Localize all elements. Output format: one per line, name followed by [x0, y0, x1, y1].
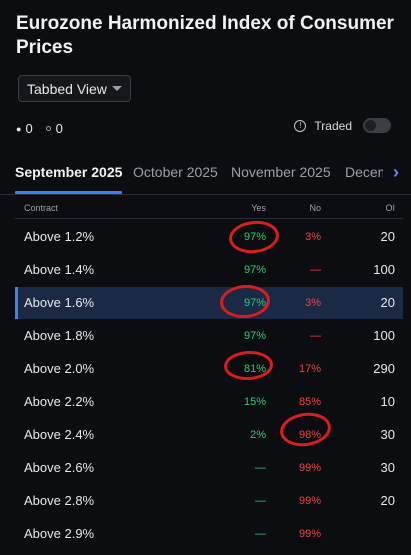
table-row[interactable]: Above 1.2% 97% 3% 20	[15, 221, 403, 253]
contract-name: Above 2.8%	[24, 493, 95, 508]
yes-price[interactable]: 97%	[244, 320, 266, 352]
yes-price[interactable]: 2%	[250, 419, 266, 451]
contract-name: Above 2.6%	[24, 460, 95, 475]
yes-price[interactable]: 15%	[244, 386, 266, 418]
view-select-value: Tabbed View	[27, 80, 107, 97]
toggle-knob	[365, 120, 376, 131]
contract-name: Above 2.9%	[24, 526, 95, 541]
no-price[interactable]: 99%	[299, 518, 321, 550]
tab-september-2025[interactable]: September 2025	[15, 164, 122, 180]
contract-name: Above 1.2%	[24, 229, 95, 244]
open-interest: 100	[373, 328, 395, 343]
traded-filter: ! Traded	[294, 118, 391, 133]
open-interest: 20	[380, 493, 395, 508]
yes-price[interactable]: —	[255, 518, 266, 550]
contract-name: Above 1.6%	[24, 295, 95, 310]
table-row[interactable]: Above 2.9% — 99%	[15, 518, 403, 550]
dot-icon: ●	[16, 123, 22, 134]
active-tab-underline	[15, 191, 122, 194]
table-row[interactable]: Above 2.6% — 99% 30	[15, 452, 403, 484]
column-contract: Contract	[24, 203, 59, 213]
tab-october-2025[interactable]: October 2025	[133, 164, 218, 180]
open-interest: 20	[380, 295, 395, 310]
chevron-right-icon[interactable]: ›	[393, 162, 399, 183]
month-tabs: September 2025 October 2025 November 202…	[0, 160, 411, 195]
column-yes: Yes	[251, 203, 266, 213]
table-row[interactable]: Above 2.4% 2% 98% 30	[15, 419, 403, 451]
contract-name: Above 1.8%	[24, 328, 95, 343]
open-interest: 30	[380, 460, 395, 475]
no-price[interactable]: 99%	[299, 452, 321, 484]
yes-price[interactable]: —	[255, 452, 266, 484]
page-title: Eurozone Harmonized Index of Consumer Pr…	[16, 13, 394, 58]
position-counts: ● 0 0	[16, 121, 63, 136]
contract-name: Above 2.4%	[24, 427, 95, 442]
count-first: 0	[25, 121, 33, 136]
open-interest: 100	[373, 262, 395, 277]
tab-december[interactable]: Decem	[345, 164, 383, 180]
open-interest: 10	[380, 394, 395, 409]
table-row[interactable]: Above 2.0% 81% 17% 290	[15, 353, 403, 385]
ring-icon	[45, 126, 51, 131]
table-row[interactable]: Above 2.8% — 99% 20	[15, 485, 403, 517]
no-price[interactable]: —	[310, 320, 321, 352]
traded-label: Traded	[314, 118, 352, 133]
open-interest: 30	[380, 427, 395, 442]
traded-toggle[interactable]	[363, 118, 391, 133]
no-price[interactable]: —	[310, 254, 321, 286]
count-second: 0	[55, 121, 63, 136]
yes-price[interactable]: 97%	[244, 254, 266, 286]
table-header: Contract Yes No OI	[15, 198, 403, 219]
no-price[interactable]: 3%	[305, 221, 321, 253]
contract-name: Above 2.0%	[24, 361, 95, 376]
no-price[interactable]: 3%	[305, 287, 321, 319]
yes-price[interactable]: —	[255, 485, 266, 517]
view-select[interactable]: Tabbed View	[18, 75, 131, 102]
column-oi: OI	[385, 203, 395, 213]
column-no: No	[309, 203, 321, 213]
no-price[interactable]: 99%	[299, 485, 321, 517]
tab-november-2025[interactable]: November 2025	[231, 164, 331, 180]
info-icon[interactable]: !	[294, 119, 307, 132]
table-row[interactable]: Above 1.6% 97% 3% 20	[15, 287, 403, 319]
table-row[interactable]: Above 2.2% 15% 85% 10	[15, 386, 403, 418]
open-interest: 20	[380, 229, 395, 244]
contract-name: Above 2.2%	[24, 394, 95, 409]
contract-name: Above 1.4%	[24, 262, 95, 277]
caret-down-icon	[112, 86, 122, 91]
table-row[interactable]: Above 1.4% 97% — 100	[15, 254, 403, 286]
open-interest: 290	[373, 361, 395, 376]
no-price[interactable]: 17%	[299, 353, 321, 385]
table-row[interactable]: Above 1.8% 97% — 100	[15, 320, 403, 352]
